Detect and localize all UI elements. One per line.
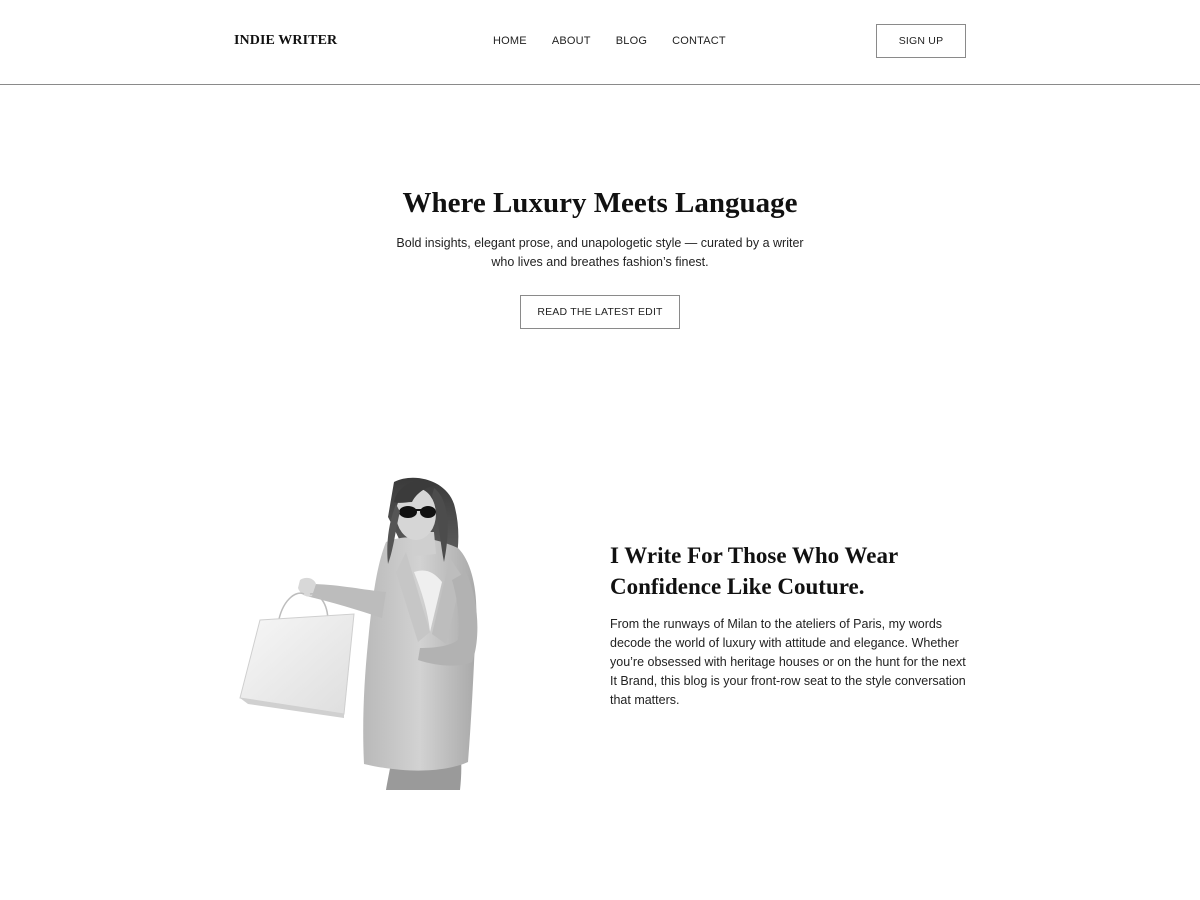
about-title: I Write For Those Who Wear Confidence Li… [610, 543, 898, 599]
sign-up-button[interactable]: SIGN UP [876, 24, 966, 58]
nav-link-blog[interactable]: BLOG [616, 35, 647, 47]
hero-subtitle: Bold insights, elegant prose, and unapol… [396, 236, 804, 269]
nav-link-about[interactable]: ABOUT [552, 35, 591, 47]
hero-section: Where Luxury Meets Language Bold insight… [0, 186, 1200, 329]
hero-title: Where Luxury Meets Language [402, 187, 798, 219]
site-header: INDIE WRITER HOME ABOUT BLOG CONTACT SIG… [0, 0, 1200, 85]
nav-link-contact[interactable]: CONTACT [672, 35, 726, 47]
read-latest-button[interactable]: READ THE LATEST EDIT [520, 295, 680, 329]
site-logo[interactable]: INDIE WRITER [234, 33, 337, 49]
about-body: From the runways of Milan to the atelier… [610, 617, 966, 707]
woman-figure-illustration [239, 477, 478, 790]
about-section: I Write For Those Who Wear Confidence Li… [610, 540, 970, 710]
woman-with-shopping-bag-photo [236, 472, 486, 792]
nav-link-home[interactable]: HOME [493, 35, 527, 47]
main-nav: HOME ABOUT BLOG CONTACT [493, 35, 726, 47]
